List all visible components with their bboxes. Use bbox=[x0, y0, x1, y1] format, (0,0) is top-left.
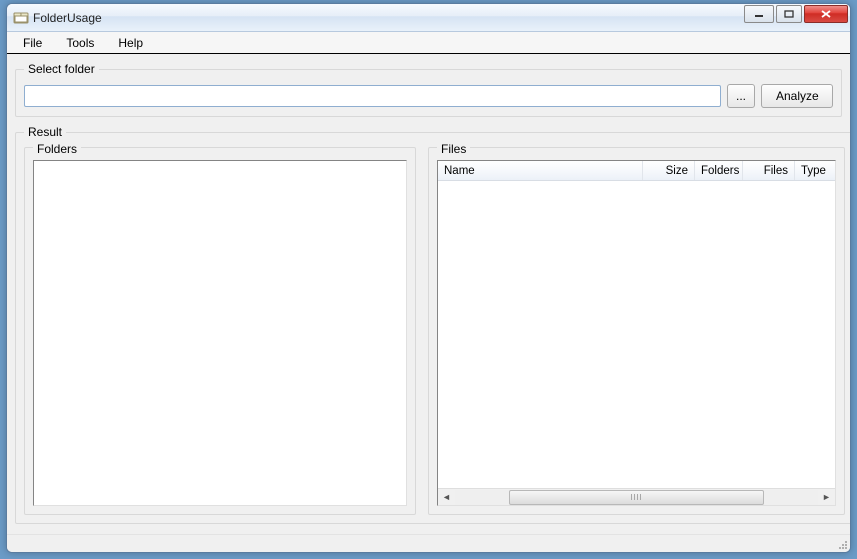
select-folder-legend: Select folder bbox=[24, 62, 99, 76]
files-panel: Files Name Size Folders Files Type ◄ bbox=[428, 147, 845, 515]
resize-grip-icon[interactable] bbox=[836, 538, 848, 550]
column-header-files[interactable]: Files bbox=[743, 161, 795, 180]
menu-help[interactable]: Help bbox=[106, 34, 155, 52]
client-area: Select folder ... Analyze Result Folders… bbox=[7, 54, 850, 534]
scroll-right-arrow-icon[interactable]: ► bbox=[818, 490, 835, 505]
minimize-button[interactable] bbox=[744, 5, 774, 23]
column-header-folders[interactable]: Folders bbox=[695, 161, 743, 180]
browse-button[interactable]: ... bbox=[727, 84, 755, 108]
folders-panel: Folders bbox=[24, 147, 416, 515]
files-legend: Files bbox=[437, 142, 470, 156]
result-legend: Result bbox=[24, 125, 66, 139]
menu-file[interactable]: File bbox=[11, 34, 54, 52]
folders-tree[interactable] bbox=[33, 160, 407, 506]
files-column-headers: Name Size Folders Files Type bbox=[438, 161, 835, 181]
app-icon bbox=[13, 10, 29, 26]
window-title: FolderUsage bbox=[33, 11, 102, 25]
result-group: Result Folders Files Name Size Folders F… bbox=[15, 125, 851, 524]
column-header-name[interactable]: Name bbox=[438, 161, 643, 180]
maximize-button[interactable] bbox=[776, 5, 802, 23]
horizontal-scrollbar[interactable]: ◄ ► bbox=[438, 488, 835, 505]
title-bar[interactable]: FolderUsage bbox=[7, 4, 850, 32]
files-table-body[interactable] bbox=[438, 181, 835, 488]
status-bar bbox=[7, 534, 850, 552]
close-button[interactable] bbox=[804, 5, 848, 23]
column-header-size[interactable]: Size bbox=[643, 161, 695, 180]
app-window: FolderUsage File Tools Help Select folde… bbox=[6, 3, 851, 553]
scroll-track[interactable] bbox=[455, 490, 818, 505]
analyze-button[interactable]: Analyze bbox=[761, 84, 833, 108]
window-controls bbox=[744, 5, 848, 23]
select-folder-group: Select folder ... Analyze bbox=[15, 62, 842, 117]
menu-tools[interactable]: Tools bbox=[54, 34, 106, 52]
column-header-type[interactable]: Type bbox=[795, 161, 835, 180]
folder-path-input[interactable] bbox=[24, 85, 721, 107]
menu-bar: File Tools Help bbox=[7, 32, 850, 54]
files-table[interactable]: Name Size Folders Files Type ◄ bbox=[437, 160, 836, 506]
scroll-thumb[interactable] bbox=[509, 490, 763, 505]
folders-legend: Folders bbox=[33, 142, 81, 156]
scroll-left-arrow-icon[interactable]: ◄ bbox=[438, 490, 455, 505]
